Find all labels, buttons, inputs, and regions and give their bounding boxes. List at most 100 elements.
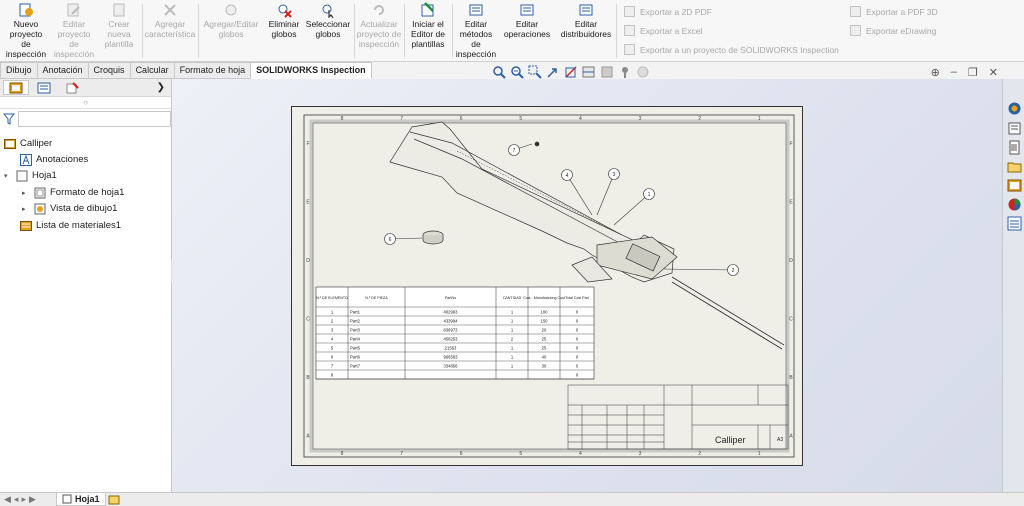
delete-balloons-button[interactable]: Eliminar globos — [264, 2, 304, 39]
update-inspection-project-button[interactable]: Actualizar proyecto de inspección — [356, 2, 402, 49]
display-style-icon[interactable] — [582, 65, 596, 79]
tab-calcular[interactable]: Calcular — [130, 62, 175, 79]
edit-inspection-methods-button[interactable]: Editar métodos de inspección — [454, 2, 498, 59]
tree-item-hoja1[interactable]: ▾ Hoja1 — [4, 168, 57, 183]
template-icon — [111, 2, 127, 18]
export-excel-button[interactable]: Exportar a Excel — [624, 25, 702, 36]
create-template-button[interactable]: Crear nueva plantilla — [98, 2, 140, 49]
zoom-to-fit-icon[interactable] — [492, 65, 506, 79]
bom-cell: 25 — [542, 346, 547, 351]
sheet-column-label: 8 — [341, 116, 344, 122]
sheet-column-label: 4 — [579, 451, 582, 457]
bom-cell: Part1 — [350, 310, 361, 315]
tree-root-calliper[interactable]: Calliper — [4, 136, 52, 151]
drawing-sheet[interactable]: 87654321 87654321 FEDCBA FEDCBA 7 4 3 1 … — [291, 106, 803, 466]
view-palette-icon[interactable] — [1007, 159, 1022, 174]
custom-properties-icon[interactable] — [1007, 197, 1022, 212]
edit-inspection-project-button[interactable]: Editar proyecto de inspección — [52, 2, 96, 59]
tab-dibujo[interactable]: Dibujo — [0, 62, 38, 79]
last-sheet-icon[interactable]: ▶ — [29, 493, 36, 506]
sheet-column-label: 6 — [460, 116, 463, 122]
appearances-icon[interactable] — [1007, 178, 1022, 193]
graphics-area[interactable]: ⊕ – ❐ ✕ 8 7 6 5 4 3 2 1 8 7 6 5 4 3 2 1 F E D C B A F E D C B A — [172, 65, 1002, 492]
bom-cell: 21563 — [445, 346, 457, 351]
tab-croquis[interactable]: Croquis — [88, 62, 131, 79]
bom-cell: 334856 — [444, 364, 459, 369]
file-explorer-icon[interactable] — [1007, 140, 1022, 155]
document-window-controls: ⊕ – ❐ ✕ — [931, 66, 998, 79]
export-2d-pdf-button[interactable]: Exportar a 2D PDF — [624, 6, 712, 17]
view-options-icon[interactable]: ⊕ — [931, 66, 940, 79]
ribbon-separator — [616, 4, 617, 58]
feature-manager-tab[interactable] — [3, 80, 29, 95]
edit-appearance-icon[interactable] — [618, 65, 632, 79]
filter-input[interactable] — [17, 111, 171, 127]
panel-tabs: ❯ — [0, 79, 171, 97]
property-manager-tab[interactable] — [31, 80, 57, 95]
panel-expand-icon[interactable]: ❯ — [157, 82, 165, 93]
ribbon-separator — [142, 4, 143, 58]
export-edrawing-button[interactable]: Exportar eDrawing — [850, 25, 936, 36]
tab-formato-de-hoja[interactable]: Formato de hoja — [174, 62, 252, 79]
sketch-icon[interactable] — [564, 65, 578, 79]
panel-collapse-handle[interactable]: ○ — [0, 97, 171, 109]
close-icon[interactable]: ✕ — [989, 66, 998, 79]
design-library-icon[interactable] — [1007, 121, 1022, 136]
tree-item-anotaciones[interactable]: Anotaciones — [20, 152, 88, 167]
sheet-column-label: 7 — [400, 116, 403, 122]
template-editor-button[interactable]: Iniciar el Editor de plantillas — [406, 2, 450, 49]
select-balloons-button[interactable]: Seleccionar globos — [304, 2, 352, 39]
sheet-column-label: 3 — [639, 451, 642, 457]
operations-icon — [519, 2, 535, 18]
configuration-manager-tab[interactable] — [59, 80, 85, 95]
vendors-icon — [578, 2, 594, 18]
tab-anotacion[interactable]: Anotación — [37, 62, 89, 79]
ribbon-separator — [452, 4, 453, 58]
ribbon-separator — [404, 4, 405, 58]
tree-item-formato-de-hoja1[interactable]: ▸ Formato de hoja1 — [22, 185, 124, 200]
hide-show-items-icon[interactable] — [600, 65, 614, 79]
sheet-row-label: F — [789, 141, 792, 147]
tab-solidworks-inspection[interactable]: SOLIDWORKS Inspection — [251, 62, 372, 79]
export-inspection-project-button[interactable]: Exportar a un proyecto de SOLIDWORKS Ins… — [624, 44, 839, 55]
solidworks-resources-icon[interactable] — [1007, 101, 1022, 116]
bom-cell: Part7 — [350, 364, 361, 369]
minimize-icon[interactable]: – — [951, 66, 957, 79]
zoom-to-selection-icon[interactable] — [528, 65, 542, 79]
sheet-tab-hoja1[interactable]: Hoja1 — [56, 493, 106, 506]
first-sheet-icon[interactable]: ◀ — [4, 493, 11, 506]
add-characteristic-button[interactable]: Agregar característica — [144, 2, 196, 39]
sheet-row-label: D — [789, 258, 793, 264]
new-project-icon — [18, 2, 34, 18]
add-sheet-button[interactable] — [104, 493, 124, 506]
collapse-arrow-icon[interactable]: ▾ — [4, 172, 12, 180]
bom-header-cell: Total Cost Part — [565, 296, 589, 300]
new-inspection-project-button[interactable]: Nuevo proyecto de inspección — [4, 2, 48, 59]
export-3d-pdf-button[interactable]: Exportar a PDF 3D — [850, 6, 938, 17]
solidworks-forum-icon[interactable] — [1007, 216, 1022, 231]
bom-cell: 150 — [541, 319, 549, 324]
edit-operations-button[interactable]: Editar operaciones — [502, 2, 552, 39]
add-edit-balloons-button[interactable]: Agregar/Editar globos — [202, 2, 260, 39]
prev-sheet-icon[interactable]: ◂ — [14, 493, 19, 506]
sheet-icon — [16, 170, 28, 182]
sheet-row-labels-right: F E D C B A — [789, 141, 793, 440]
restore-icon[interactable]: ❐ — [968, 66, 978, 79]
expand-arrow-icon[interactable]: ▸ — [22, 189, 30, 197]
tree-item-lista-de-materiales1[interactable]: Lista de materiales1 — [20, 218, 121, 233]
next-sheet-icon[interactable]: ▸ — [21, 493, 26, 506]
tree-item-vista-de-dibujo1[interactable]: ▸ Vista de dibujo1 — [22, 201, 117, 216]
edit-vendors-button[interactable]: Editar distribuidores — [556, 2, 616, 39]
expand-arrow-icon[interactable]: ▸ — [22, 205, 30, 213]
solidworks-window: Nuevo proyecto de inspección Editar proy… — [0, 0, 1024, 506]
balloon-number: 3 — [613, 172, 616, 178]
task-pane-tabs — [1002, 79, 1024, 492]
previous-view-icon[interactable] — [546, 65, 560, 79]
pdf-3d-icon — [850, 6, 861, 17]
zoom-to-area-icon[interactable] — [510, 65, 524, 79]
filter-icon[interactable] — [3, 113, 15, 125]
bom-cell: Part6 — [350, 355, 361, 360]
bom-header-cell: PartNo — [445, 296, 456, 300]
apply-scene-icon[interactable] — [636, 65, 650, 79]
balloon-number: 2 — [732, 268, 735, 274]
